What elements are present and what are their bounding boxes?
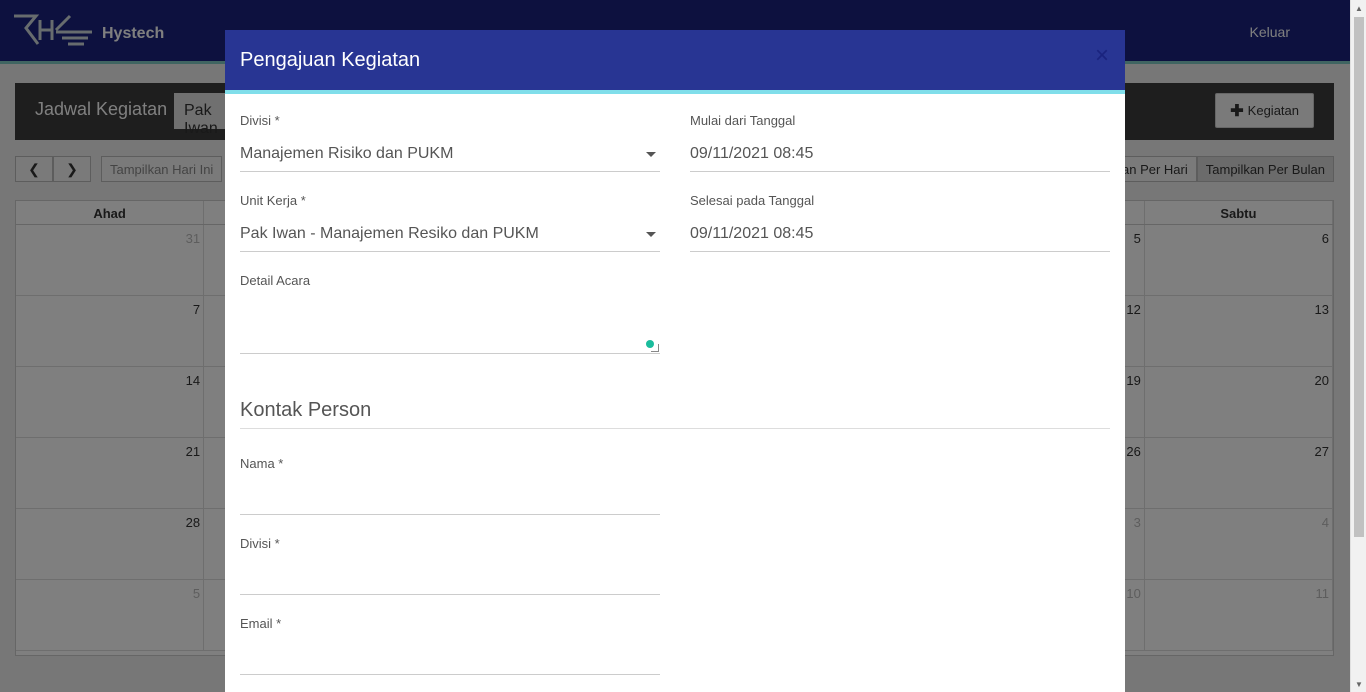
divisi-select-value: Manajemen Risiko dan PUKM bbox=[240, 145, 454, 162]
email-input[interactable] bbox=[240, 645, 660, 675]
start-date-field: Mulai dari Tanggal 09/11/2021 08:45 bbox=[690, 113, 1110, 172]
nama-input[interactable] bbox=[240, 485, 660, 515]
unit-kerja-select[interactable]: Pak Iwan - Manajemen Resiko dan PUKM bbox=[240, 222, 660, 252]
pengajuan-kegiatan-modal: Pengajuan Kegiatan × Divisi * Manajemen … bbox=[225, 30, 1125, 692]
email-field: Email * bbox=[240, 616, 660, 675]
kontak-person-heading: Kontak Person bbox=[240, 399, 1110, 429]
end-date-input[interactable]: 09/11/2021 08:45 bbox=[690, 222, 1110, 252]
contact-divisi-label: Divisi * bbox=[240, 536, 280, 551]
scroll-up-arrow-icon[interactable]: ▲ bbox=[1351, 0, 1366, 16]
email-label: Email * bbox=[240, 616, 282, 631]
end-date-label: Selesai pada Tanggal bbox=[690, 193, 815, 208]
scroll-down-arrow-icon[interactable]: ▼ bbox=[1351, 676, 1366, 692]
unit-kerja-label: Unit Kerja * bbox=[240, 193, 306, 208]
contact-divisi-field: Divisi * bbox=[240, 536, 660, 595]
caret-down-icon bbox=[646, 232, 656, 237]
nama-label: Nama * bbox=[240, 456, 284, 471]
nama-field: Nama * bbox=[240, 456, 660, 515]
unit-kerja-field: Unit Kerja * Pak Iwan - Manajemen Resiko… bbox=[240, 193, 660, 252]
contact-divisi-input[interactable] bbox=[240, 565, 660, 595]
start-date-input[interactable]: 09/11/2021 08:45 bbox=[690, 142, 1110, 172]
modal-title: Pengajuan Kegiatan bbox=[240, 49, 421, 71]
scrollbar[interactable]: ▲ ▼ bbox=[1350, 0, 1366, 692]
detail-acara-textarea[interactable] bbox=[240, 320, 660, 354]
modal-header: Pengajuan Kegiatan × bbox=[225, 30, 1125, 94]
unit-kerja-select-value: Pak Iwan - Manajemen Resiko dan PUKM bbox=[240, 225, 539, 242]
divisi-field: Divisi * Manajemen Risiko dan PUKM bbox=[240, 113, 660, 172]
detail-acara-field: Detail Acara bbox=[240, 273, 660, 288]
caret-down-icon bbox=[646, 152, 656, 157]
resize-handle-icon[interactable] bbox=[651, 344, 659, 352]
close-icon[interactable]: × bbox=[1095, 44, 1109, 68]
start-date-label: Mulai dari Tanggal bbox=[690, 113, 796, 128]
divisi-label: Divisi * bbox=[240, 113, 280, 128]
detail-acara-label: Detail Acara bbox=[240, 273, 311, 288]
divisi-select[interactable]: Manajemen Risiko dan PUKM bbox=[240, 142, 660, 172]
scrollbar-thumb[interactable] bbox=[1354, 17, 1364, 537]
end-date-field: Selesai pada Tanggal 09/11/2021 08:45 bbox=[690, 193, 1110, 252]
